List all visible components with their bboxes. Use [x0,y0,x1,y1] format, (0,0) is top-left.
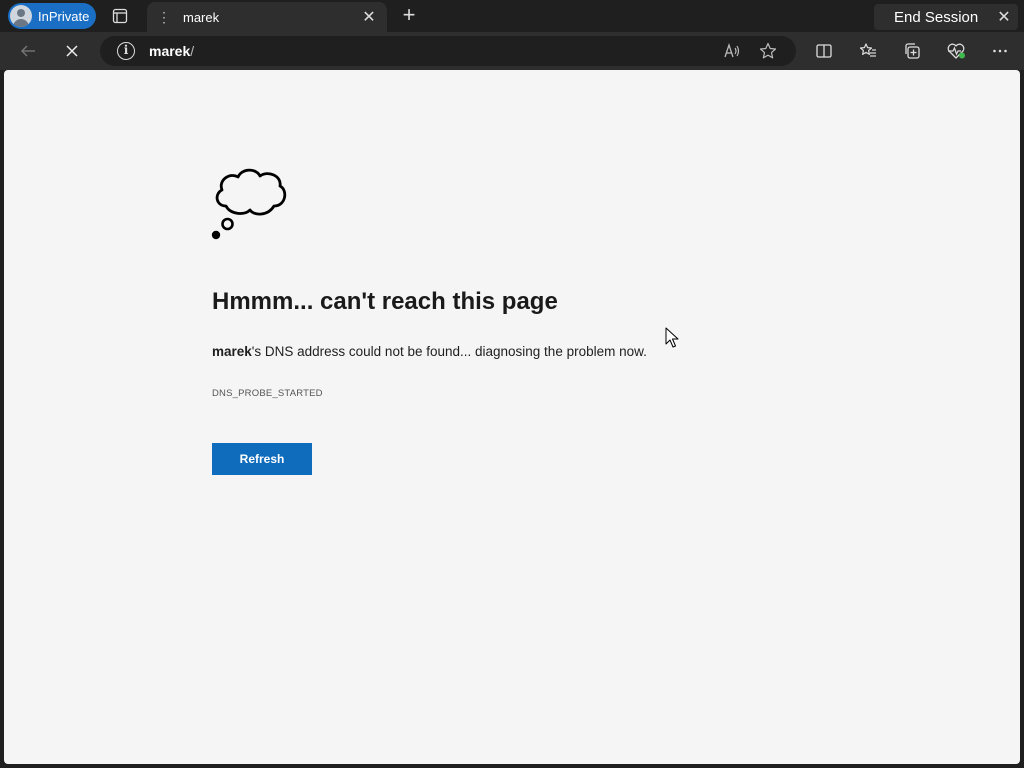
error-code: DNS_PROBE_STARTED [212,388,323,399]
mouse-cursor-icon [665,327,679,348]
inprivate-badge[interactable]: InPrivate [8,3,96,29]
thought-cloud-icon [211,168,287,240]
title-bar: InPrivate ⋮ marek ✕ + End Session ✕ [0,0,1024,32]
address-bar[interactable]: i marek/ [100,36,796,66]
loading-dots-icon: ⋮ [157,8,171,25]
error-description: marek's DNS address could not be found..… [212,344,647,359]
browser-essentials-icon [947,43,965,59]
favorite-button[interactable] [754,37,782,65]
back-button[interactable] [14,37,42,65]
back-arrow-icon [21,45,35,57]
tab-close-icon[interactable]: ✕ [357,7,381,27]
error-host: marek [212,344,252,359]
split-screen-icon [816,44,832,58]
site-info-icon[interactable]: i [117,42,135,60]
end-session-close-icon[interactable]: ✕ [990,7,1018,27]
more-menu-button[interactable] [986,37,1014,65]
favorites-button[interactable] [854,37,882,65]
browser-essentials-button[interactable] [942,37,970,65]
error-message: 's DNS address could not be found... dia… [251,344,647,359]
plus-icon: + [402,2,416,27]
error-heading: Hmmm... can't reach this page [212,288,558,315]
read-aloud-button[interactable] [718,37,746,65]
refresh-button[interactable]: Refresh [212,443,312,475]
stop-loading-icon [66,45,78,57]
collections-icon [905,43,920,59]
read-aloud-icon [724,42,740,58]
error-page: Hmmm... can't reach this page marek's DN… [4,70,1020,764]
stop-button[interactable] [58,37,86,65]
split-screen-button[interactable] [810,37,838,65]
favorite-star-icon [759,42,777,59]
inprivate-label: InPrivate [38,8,90,24]
navigation-toolbar: i marek/ [0,32,1024,70]
end-session-label: End Session [894,8,979,26]
tab-actions-icon [112,8,128,24]
end-session-button[interactable]: End Session ✕ [874,4,1018,30]
address-path: / [190,43,195,59]
collections-button[interactable] [898,37,926,65]
profile-avatar-icon [10,5,32,27]
tab-marek[interactable]: ⋮ marek ✕ [147,2,387,32]
tab-title: marek [183,9,220,25]
tab-actions-button[interactable] [108,4,132,28]
new-tab-button[interactable]: + [396,3,422,29]
more-menu-icon [993,49,1007,53]
favorites-icon [859,43,876,57]
address-url[interactable]: marek/ [149,43,718,59]
address-host: marek [149,43,191,59]
